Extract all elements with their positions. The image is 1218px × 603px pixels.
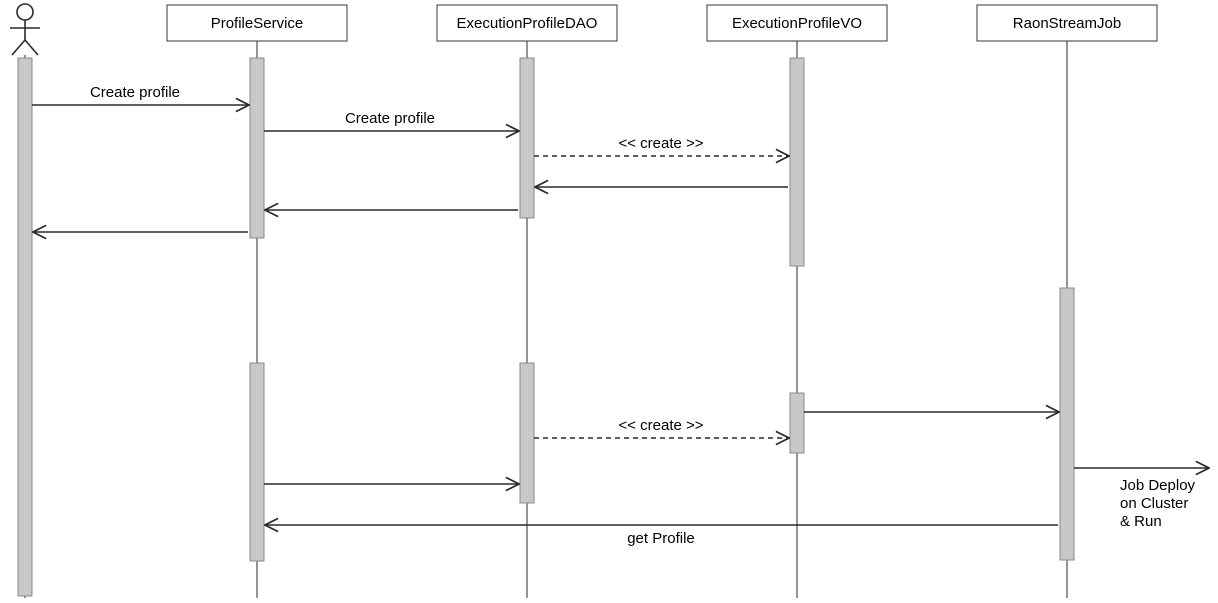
label-execution-profile-vo: ExecutionProfileVO bbox=[732, 15, 862, 32]
participant-execution-profile-dao: ExecutionProfileDAO bbox=[437, 5, 617, 41]
activation-actor bbox=[18, 58, 32, 596]
activation-dao-2 bbox=[520, 363, 534, 503]
label-profile-service: ProfileService bbox=[211, 15, 304, 32]
label-raon-stream-job: RaonStreamJob bbox=[1013, 15, 1121, 32]
msg-label-create-stereo-1: << create >> bbox=[618, 135, 703, 152]
msg-label-job-deploy-3: & Run bbox=[1120, 513, 1162, 530]
msg-label-create-stereo-2: << create >> bbox=[618, 417, 703, 434]
participant-raon-stream-job: RaonStreamJob bbox=[977, 5, 1157, 41]
activation-vo-2 bbox=[790, 393, 804, 453]
activation-raon bbox=[1060, 288, 1074, 560]
msg-label-create-profile-2: Create profile bbox=[345, 110, 435, 127]
activation-profile-service-2 bbox=[250, 363, 264, 561]
participant-profile-service: ProfileService bbox=[167, 5, 347, 41]
activation-vo-1 bbox=[790, 58, 804, 266]
sequence-diagram: ProfileService ExecutionProfileDAO Execu… bbox=[0, 0, 1218, 603]
msg-label-create-profile-1: Create profile bbox=[90, 84, 180, 101]
activation-profile-service-1 bbox=[250, 58, 264, 238]
msg-label-get-profile: get Profile bbox=[627, 530, 695, 547]
msg-label-job-deploy-2: on Cluster bbox=[1120, 495, 1188, 512]
label-execution-profile-dao: ExecutionProfileDAO bbox=[457, 15, 598, 32]
activation-dao-1 bbox=[520, 58, 534, 218]
msg-label-job-deploy-1: Job Deploy bbox=[1120, 477, 1196, 494]
actor-icon bbox=[10, 4, 40, 55]
participant-execution-profile-vo: ExecutionProfileVO bbox=[707, 5, 887, 41]
